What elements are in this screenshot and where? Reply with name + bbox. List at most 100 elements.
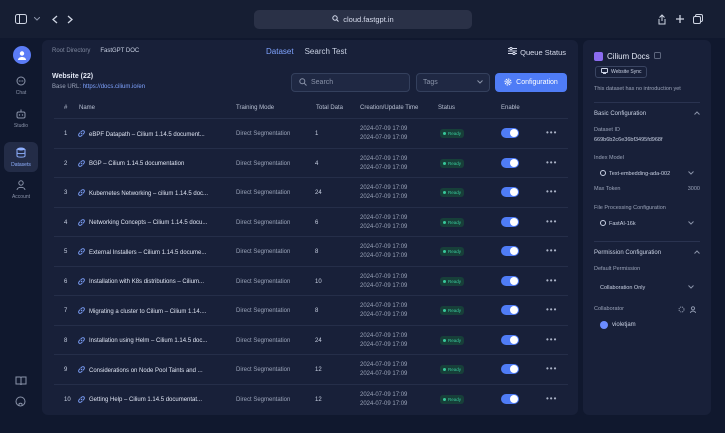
enable-toggle[interactable] [501,305,519,315]
nav-item-datasets[interactable]: Datasets [4,142,38,172]
website-sync-button[interactable]: Website Sync [595,66,648,78]
website-sync-label: Website Sync [611,69,642,75]
more-options-icon[interactable]: ••• [546,276,557,285]
more-options-icon[interactable]: ••• [546,364,557,373]
dataset-intro[interactable]: This dataset has no introduction yet [594,86,681,92]
row-name-cell[interactable]: BGP – Cilium 1.14.5 documentation [78,159,184,169]
row-name-cell[interactable]: Installation with K8s distributions – Ci… [78,277,204,287]
basic-config-section[interactable]: Basic Configuration [594,111,700,117]
enable-toggle[interactable] [501,187,519,197]
back-icon[interactable] [48,12,62,26]
table-row[interactable]: 1 eBPF Datapath – Cilium 1.14.5 document… [54,118,568,148]
table-row[interactable]: 7 Migrating a cluster to Cilium – Cilium… [54,295,568,325]
add-collaborator-icon[interactable] [690,306,697,315]
github-icon[interactable] [15,396,29,410]
enable-toggle[interactable] [501,246,519,256]
tags-select[interactable]: Tags [416,73,490,92]
collaborator-name: violetjam [612,322,636,328]
search-placeholder: Search [311,79,334,86]
more-options-icon[interactable]: ••• [546,187,557,196]
status-badge: Ready [440,306,465,315]
base-url-link[interactable]: https://docs.cilium.io/en [83,84,145,90]
row-name-cell[interactable]: Getting Help – Cilium 1.14.5 documentat.… [78,395,202,405]
status-dot [443,191,446,194]
enable-toggle[interactable] [501,128,519,138]
row-name-cell[interactable]: Considerations on Node Pool Taints and .… [78,366,203,375]
breadcrumb-root[interactable]: Root Directory [52,48,90,54]
new-tab-icon[interactable] [673,12,687,26]
row-name: eBPF Datapath – Cilium 1.14.5 document..… [89,131,205,138]
settings-icon[interactable] [678,306,685,315]
tab-search-test[interactable]: Search Test [305,47,347,56]
row-time: 2024-07-09 17:09 2024-07-09 17:09 [360,391,407,409]
row-name-cell[interactable]: Migrating a cluster to Cilium – Cilium 1… [78,307,206,316]
row-name-cell[interactable]: Networking Concepts – Cilium 1.14.5 docu… [78,218,207,228]
tabs-overview-icon[interactable] [691,12,705,26]
table-row[interactable]: 8 Installation using Helm – Cilium 1.14.… [54,324,568,355]
table-row[interactable]: 10 Getting Help – Cilium 1.14.5 document… [54,383,568,414]
address-bar[interactable]: cloud.fastgpt.in [254,10,472,29]
row-training-mode: Direct Segmentation [236,131,291,137]
robot-icon [16,109,26,121]
row-updated-time: 2024-07-09 17:09 [360,341,408,348]
more-options-icon[interactable]: ••• [546,335,557,344]
table-row[interactable]: 2 BGP – Cilium 1.14.5 documentation Dire… [54,147,568,178]
index-model-select[interactable]: Text-embedding-ada-002 [594,167,700,181]
enable-toggle[interactable] [501,216,519,227]
default-permission-select[interactable]: Collaboration Only [594,281,700,295]
enable-toggle[interactable] [501,275,519,286]
default-permission-value: Collaboration Only [600,285,646,291]
more-options-icon[interactable]: ••• [546,158,557,167]
more-options-icon[interactable]: ••• [546,394,557,403]
nav-item-account[interactable]: Account [4,175,38,205]
chevron-down-icon[interactable] [30,12,44,26]
table-row[interactable]: 4 Networking Concepts – Cilium 1.14.5 do… [54,206,568,237]
docs-book-icon[interactable] [15,376,29,390]
table-row[interactable]: 3 Kubernetes Networking – cilium 1.14.5 … [54,177,568,207]
row-name: Migrating a cluster to Cilium – Cilium 1… [89,308,207,315]
configuration-button[interactable]: Configuration [495,73,567,92]
enable-toggle[interactable] [501,393,519,404]
status-badge: Ready [440,276,465,286]
sidebar-toggle-icon[interactable] [14,12,28,26]
table-row[interactable]: 9 Considerations on Node Pool Taints and… [54,354,568,384]
enable-toggle[interactable] [501,364,519,374]
file-processing-select[interactable]: FastAI-16k [594,217,700,231]
row-training-mode: Direct Segmentation [236,367,291,373]
enable-toggle[interactable] [501,334,519,345]
link-icon [78,130,85,139]
row-training-mode: Direct Segmentation [236,278,291,285]
collaborator-item: violetjam [600,321,636,329]
more-options-icon[interactable]: ••• [546,128,557,137]
more-options-icon[interactable]: ••• [546,217,557,226]
monitor-icon [601,68,608,76]
row-updated-time: 2024-07-09 17:09 [360,135,408,141]
avatar[interactable] [13,46,31,64]
link-icon [78,218,85,228]
more-options-icon[interactable]: ••• [546,305,557,314]
copy-icon[interactable] [653,52,661,61]
row-name-cell[interactable]: Kubernetes Networking – cilium 1.14.5 do… [78,189,208,198]
table-row[interactable]: 6 Installation with K8s distributions – … [54,265,568,296]
row-name-cell[interactable]: Installation using Helm – Cilium 1.14.5 … [78,336,207,346]
share-icon[interactable] [655,12,669,26]
base-url: Base URL: https://docs.cilium.io/en [52,84,145,90]
row-name-cell[interactable]: External Installers – Cilium 1.14.5 docu… [78,248,206,257]
enable-toggle[interactable] [501,157,519,168]
link-icon [78,395,85,405]
row-updated-time: 2024-07-09 17:09 [360,253,408,259]
row-name-cell[interactable]: eBPF Datapath – Cilium 1.14.5 document..… [78,130,205,139]
status-badge: Ready [440,335,465,345]
row-created-time: 2024-07-09 17:09 [360,185,408,191]
nav-item-studio[interactable]: Studio [4,104,38,134]
search-input[interactable]: Search [291,73,410,92]
queue-status-button[interactable]: Queue Status [508,46,566,57]
more-options-icon[interactable]: ••• [546,246,557,255]
table-row[interactable]: 5 External Installers – Cilium 1.14.5 do… [54,236,568,266]
dataset-logo-icon [594,52,603,61]
nav-item-chat[interactable]: Chat [4,71,38,101]
search-icon [299,77,307,88]
permission-config-section[interactable]: Permission Configuration [594,250,700,256]
forward-icon[interactable] [63,12,77,26]
tab-dataset[interactable]: Dataset [266,47,294,56]
